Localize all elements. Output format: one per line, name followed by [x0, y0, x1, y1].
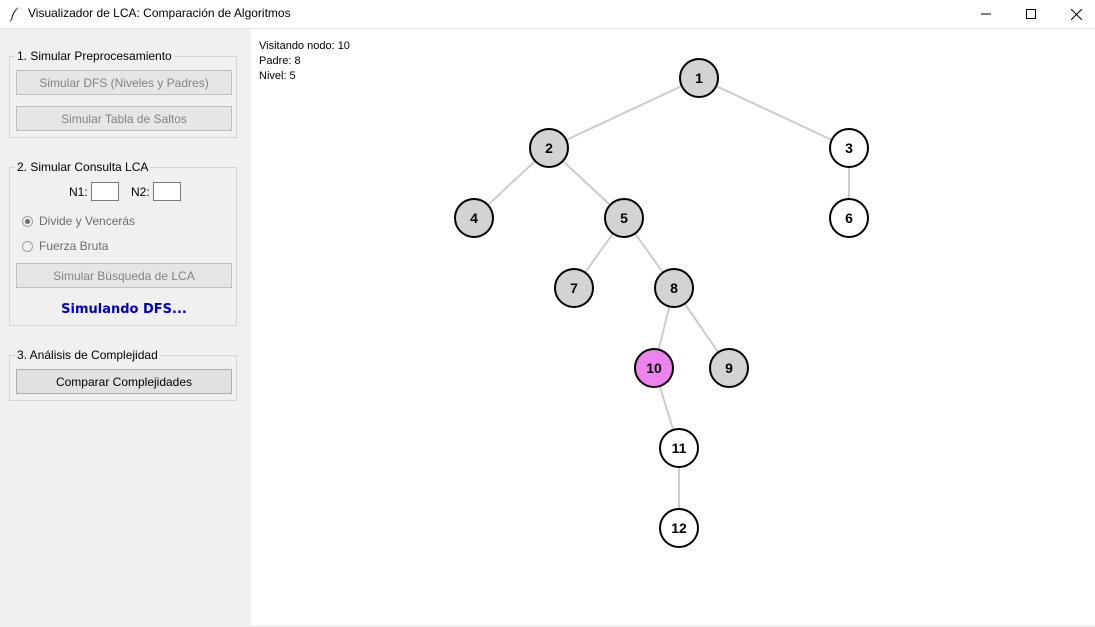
- n1-input[interactable]: [91, 182, 119, 201]
- status-text: Simulando DFS...: [61, 302, 187, 317]
- lca-query-group: 2. Simular Consulta LCA N1: N2: Divide y…: [9, 160, 237, 326]
- tree-node-label: 3: [845, 140, 853, 156]
- tree-node-label: 6: [845, 210, 853, 226]
- tree-node-label: 9: [725, 360, 733, 376]
- feather-icon: [9, 7, 19, 22]
- tree-node-label: 12: [671, 520, 687, 536]
- tree-node-label: 10: [646, 360, 662, 376]
- tree-graph: 12 34 5 67 89101112: [454, 58, 869, 548]
- tree-node-5: 5: [604, 198, 644, 238]
- n1-label: N1:: [69, 185, 88, 199]
- tree-node-label: 2: [545, 140, 553, 156]
- lca-query-group-title: 2. Simular Consulta LCA: [15, 160, 151, 175]
- brute-force-label: Fuerza Bruta: [39, 239, 109, 253]
- complexity-group-title: 3. Análisis de Complejidad: [15, 348, 160, 363]
- control-panel: 1. Simular Preprocesamiento Simular DFS …: [0, 29, 251, 627]
- tree-node-8: 8: [654, 268, 694, 308]
- tree-canvas: Visitando nodo: 10 Padre: 8 Nivel: 5 123…: [251, 29, 1095, 625]
- tree-node-11: 11: [659, 428, 699, 468]
- tree-edge-1-3: [698, 77, 850, 149]
- preprocessing-group-title: 1. Simular Preprocesamiento: [15, 49, 174, 64]
- tree-node-label: 8: [670, 280, 678, 296]
- maximize-button[interactable]: [1008, 0, 1054, 28]
- tree-node-label: 7: [570, 280, 578, 296]
- divide-conquer-label: Divide y Vencerás: [39, 214, 136, 228]
- minimize-icon: [981, 13, 991, 15]
- tree-node-3: 3: [829, 128, 869, 168]
- maximize-icon: [1026, 9, 1036, 19]
- simulate-lca-search-button[interactable]: Simular Búsqueda de LCA: [16, 263, 232, 288]
- n2-label: N2:: [131, 185, 150, 199]
- compare-complexities-button[interactable]: Comparar Complejidades: [16, 369, 232, 394]
- radio-unchecked-icon: [22, 240, 33, 252]
- preprocessing-group: 1. Simular Preprocesamiento Simular DFS …: [9, 49, 237, 138]
- tree-node-label: 1: [695, 70, 703, 86]
- window-title: Visualizador de LCA: Comparación de Algo…: [28, 6, 291, 20]
- simulate-jump-table-button[interactable]: Simular Tabla de Saltos: [16, 106, 232, 131]
- tree-node-7: 7: [554, 268, 594, 308]
- complexity-group: 3. Análisis de Complejidad Comparar Comp…: [9, 348, 237, 401]
- tree-node-12: 12: [659, 508, 699, 548]
- close-icon: [1070, 8, 1082, 20]
- close-button[interactable]: [1053, 0, 1095, 28]
- tree-node-label: 5: [620, 210, 628, 226]
- divide-conquer-radio[interactable]: Divide y Vencerás: [22, 214, 135, 228]
- brute-force-radio[interactable]: Fuerza Bruta: [22, 239, 108, 253]
- tree-node-label: 11: [672, 440, 687, 456]
- tree-node-10: 10: [634, 348, 674, 388]
- tree-edge-1-2: [548, 77, 700, 149]
- title-bar: Visualizador de LCA: Comparación de Algo…: [0, 0, 1095, 29]
- tree-node-4: 4: [454, 198, 494, 238]
- simulate-dfs-button[interactable]: Simular DFS (Niveles y Padres): [16, 70, 232, 95]
- minimize-button[interactable]: [963, 0, 1009, 28]
- radio-checked-icon: [22, 215, 33, 227]
- tree-node-1: 1: [679, 58, 719, 98]
- n2-input[interactable]: [153, 182, 181, 201]
- tree-node-label: 4: [470, 210, 478, 226]
- tree-node-6: 6: [829, 198, 869, 238]
- tree-node-2: 2: [529, 128, 569, 168]
- tree-node-9: 9: [709, 348, 749, 388]
